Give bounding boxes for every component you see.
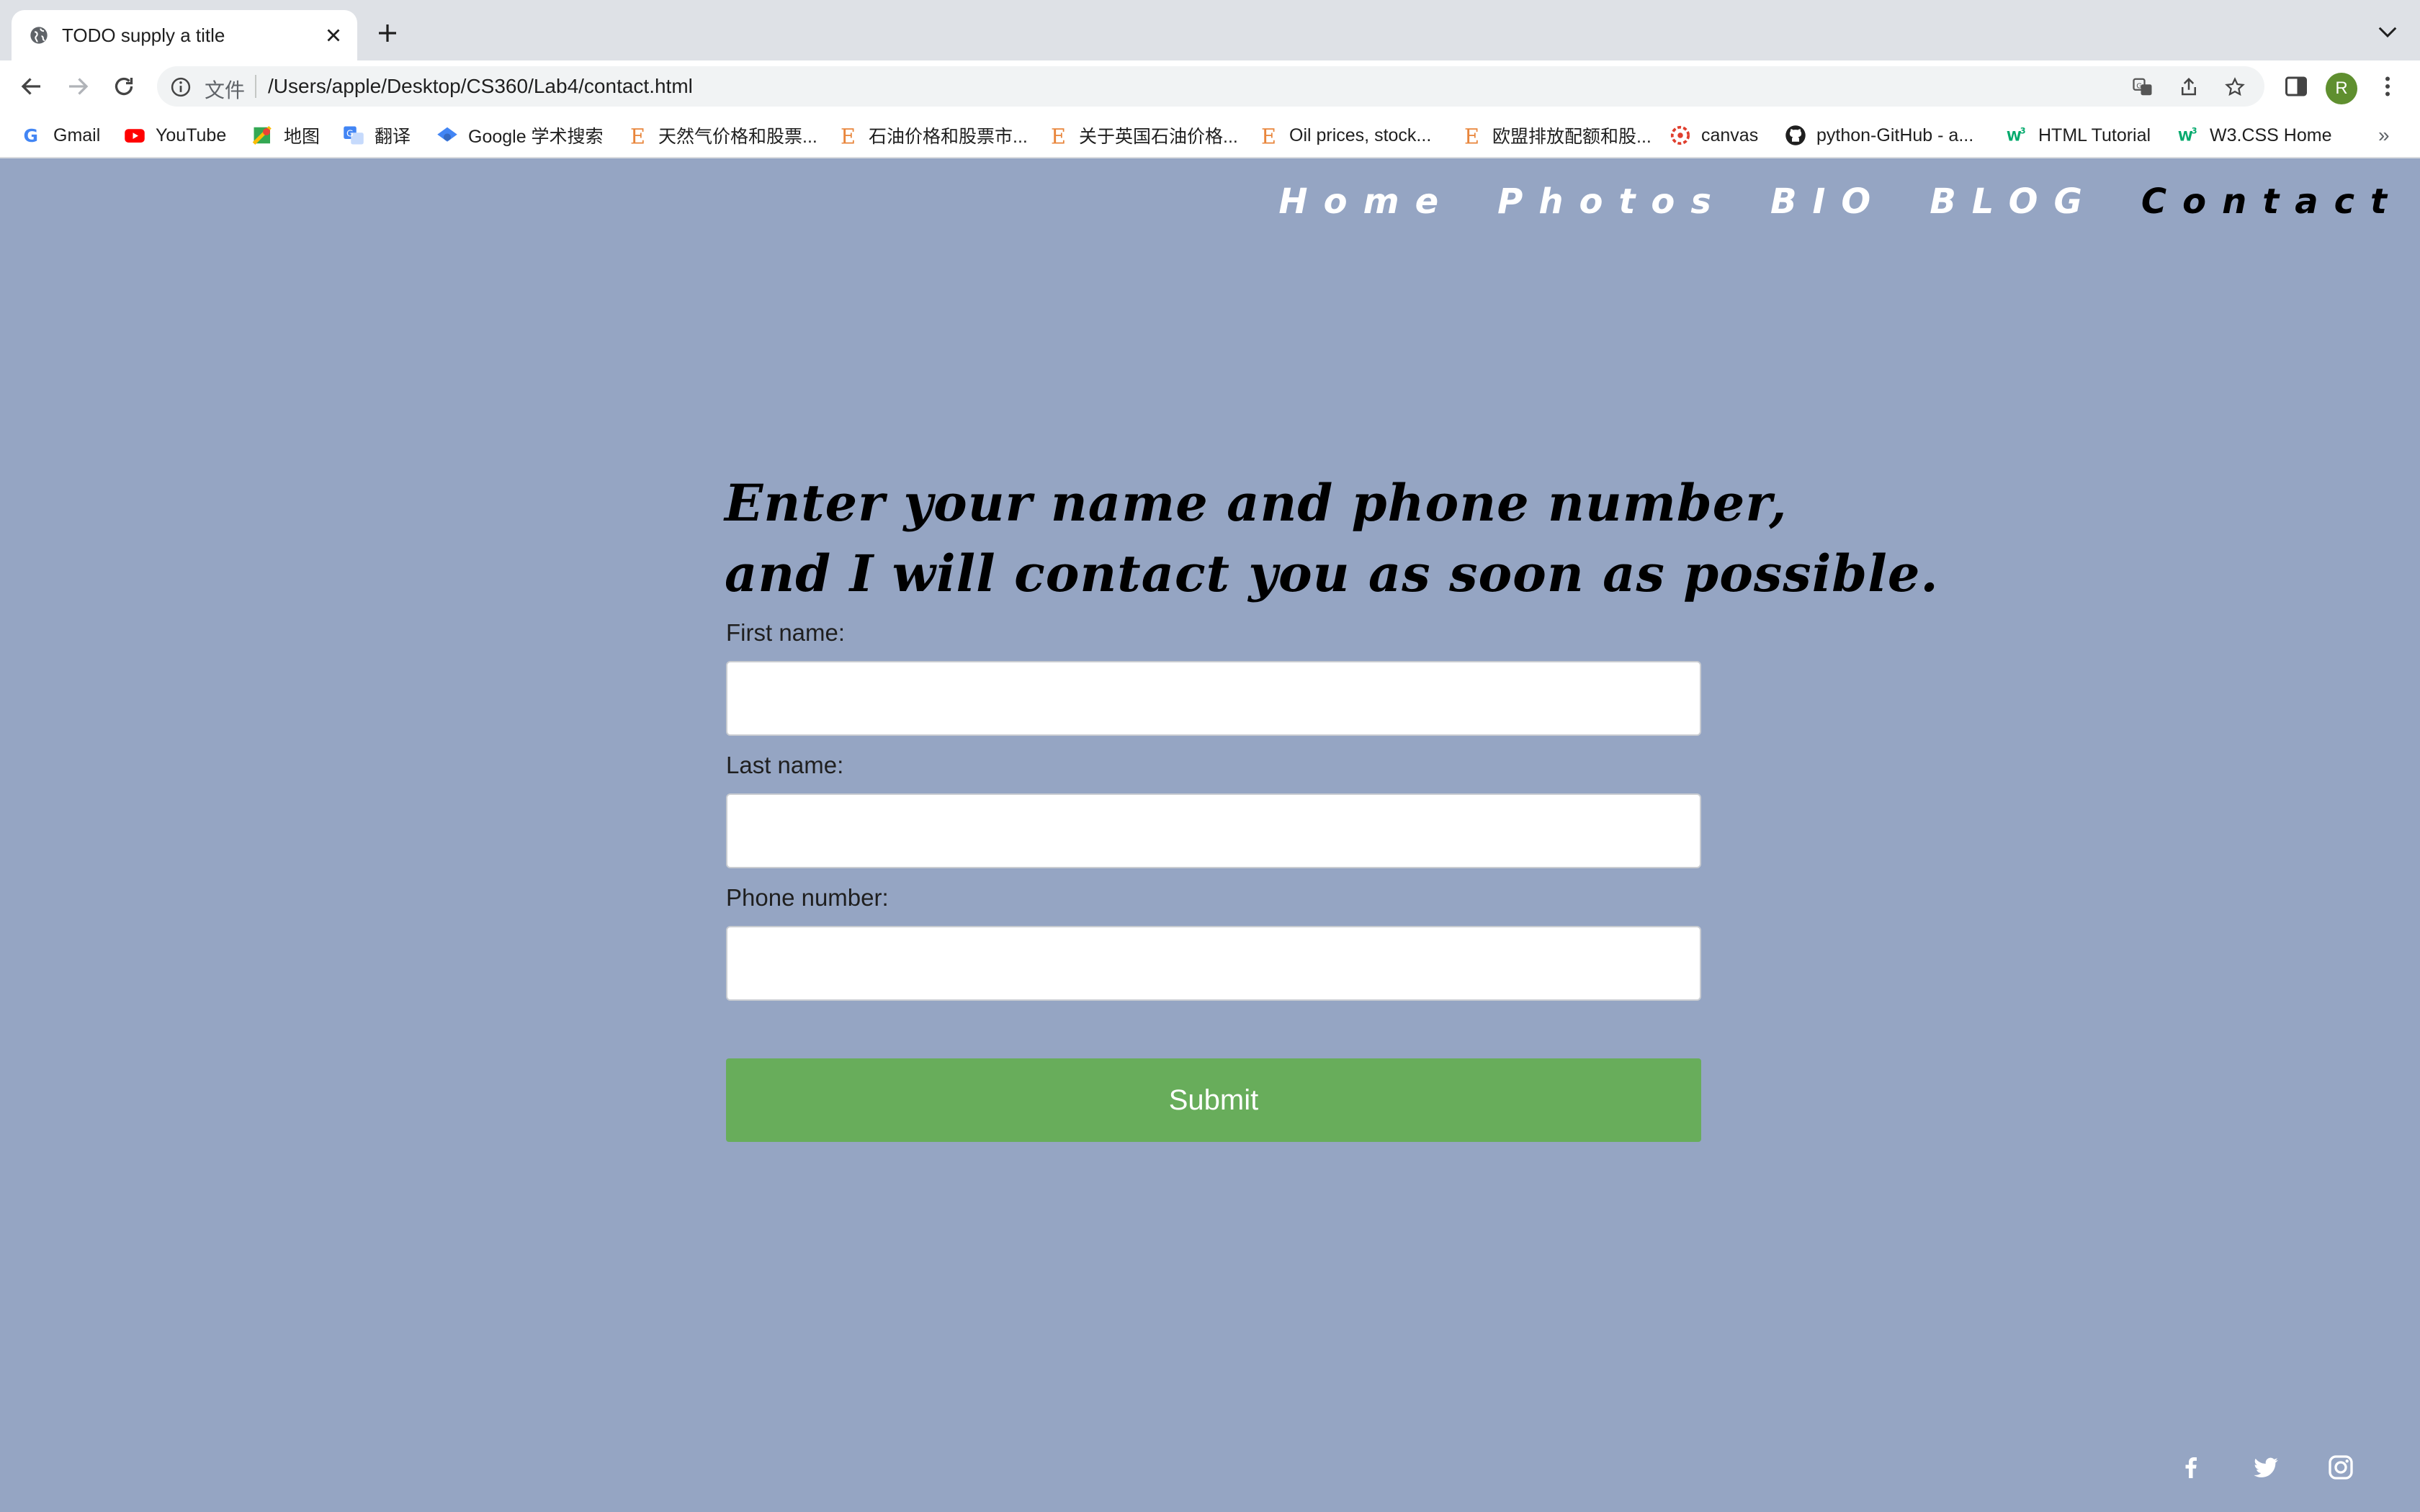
e-icon: E [1261, 125, 1276, 146]
heading-line-1: Enter your name and phone number, [725, 473, 1788, 533]
first-name-label: First name: [726, 619, 846, 646]
e-icon: E [1464, 125, 1479, 146]
github-icon [1785, 125, 1806, 145]
bookmark-gmail[interactable]: G Gmail [22, 122, 101, 148]
new-tab-icon[interactable] [376, 22, 399, 45]
active-tab[interactable]: TODO supply a title [12, 10, 357, 60]
profile-avatar[interactable]: R [2326, 73, 2357, 104]
last-name-label: Last name: [726, 752, 844, 778]
svg-text:E: E [1051, 125, 1066, 146]
maps-icon [252, 125, 272, 145]
submit-button[interactable]: Submit [726, 1058, 1701, 1142]
heading-line-2: and I will contact you as soon as possib… [725, 544, 1939, 603]
e-icon: E [1051, 125, 1066, 146]
back-arrow-icon[interactable] [19, 73, 45, 99]
bookmark-scholar[interactable]: Google 学术搜索 [436, 122, 604, 148]
svg-text:G: G [346, 127, 354, 138]
w3-icon: W 3 [2007, 127, 2026, 145]
phone-number-label: Phone number: [726, 884, 889, 911]
url-divider [255, 75, 256, 98]
bookmark-translate[interactable]: G 翻译 [343, 122, 411, 148]
bookmark-e-5[interactable]: E 欧盟排放配额和股... [1461, 122, 1652, 148]
phone-number-input[interactable] [726, 926, 1701, 1001]
bookmark-e-2[interactable]: E 石油价格和股票市... [837, 122, 1028, 148]
translate-icon[interactable]: G [2132, 76, 2154, 98]
svg-text:3: 3 [2020, 127, 2026, 136]
scholar-icon [437, 127, 457, 142]
address-bar[interactable]: 文件 /Users/apple/Desktop/CS360/Lab4/conta… [157, 66, 2264, 107]
tab-title: TODO supply a title [62, 24, 225, 46]
svg-text:G: G [24, 125, 39, 146]
page-heading: Enter your name and phone number, and I … [725, 468, 2021, 609]
facebook-icon[interactable] [2177, 1453, 2205, 1482]
site-nav: Home Photos BIO BLOG Contact [1278, 180, 2403, 223]
e-icon: E [841, 125, 856, 146]
bookmarks-overflow-button[interactable]: » [2378, 124, 2390, 147]
reload-icon[interactable] [111, 73, 137, 99]
w3-icon: W 3 [2178, 127, 2197, 145]
svg-text:3: 3 [2192, 127, 2197, 136]
browser-toolbar: 文件 /Users/apple/Desktop/CS360/Lab4/conta… [0, 60, 2420, 112]
kebab-menu-icon[interactable] [2375, 73, 2401, 99]
url-scheme-label: 文件 [205, 79, 246, 102]
bookmark-html-tutorial[interactable]: W 3 HTML Tutorial [2007, 122, 2151, 148]
bookmark-youtube[interactable]: YouTube [124, 122, 226, 148]
forward-arrow-icon[interactable] [65, 73, 91, 99]
bookmark-e-4[interactable]: E Oil prices, stock... [1258, 122, 1431, 148]
nav-bio-link[interactable]: BIO [1770, 180, 1886, 223]
youtube-icon [125, 129, 145, 143]
bookmark-canvas[interactable]: canvas [1670, 122, 1758, 148]
info-icon[interactable] [170, 76, 192, 98]
bookmark-github[interactable]: python-GitHub - a... [1785, 122, 1973, 148]
side-panel-icon[interactable] [2283, 73, 2309, 99]
first-name-input[interactable] [726, 661, 1701, 736]
translate-icon: G [344, 126, 364, 145]
svg-text:G: G [2136, 82, 2142, 90]
twitter-icon[interactable] [2251, 1453, 2280, 1482]
svg-text:E: E [841, 125, 856, 146]
bookmark-w3css-home[interactable]: W 3 W3.CSS Home [2178, 122, 2331, 148]
svg-text:E: E [630, 125, 645, 146]
instagram-icon[interactable] [2326, 1453, 2355, 1482]
chevron-down-icon[interactable] [2377, 24, 2398, 40]
bookmarks-bar: G Gmail YouTube 地图 G 翻译 Google 学术搜索 E 天然… [0, 112, 2420, 158]
e-icon: E [630, 125, 645, 146]
bookmark-e-3[interactable]: E 关于英国石油价格... [1047, 122, 1238, 148]
globe-icon [30, 27, 48, 44]
close-icon[interactable] [323, 24, 344, 46]
share-icon[interactable] [2178, 76, 2200, 98]
url-text[interactable]: /Users/apple/Desktop/CS360/Lab4/contact.… [268, 75, 693, 98]
gmail-icon: G [24, 125, 39, 146]
tab-strip: TODO supply a title [0, 0, 2420, 60]
last-name-input[interactable] [726, 793, 1701, 868]
star-icon[interactable] [2224, 76, 2246, 98]
nav-home-link[interactable]: Home [1278, 180, 1454, 223]
nav-photos-link[interactable]: Photos [1497, 180, 1727, 223]
svg-text:E: E [1261, 125, 1276, 146]
bookmark-maps[interactable]: 地图 [252, 122, 320, 148]
svg-text:E: E [1464, 125, 1479, 146]
bookmark-e-1[interactable]: E 天然气价格和股票... [627, 122, 817, 148]
nav-contact-link[interactable]: Contact [2141, 180, 2403, 223]
canvas-icon [1670, 125, 1690, 145]
nav-blog-link[interactable]: BLOG [1930, 180, 2098, 223]
